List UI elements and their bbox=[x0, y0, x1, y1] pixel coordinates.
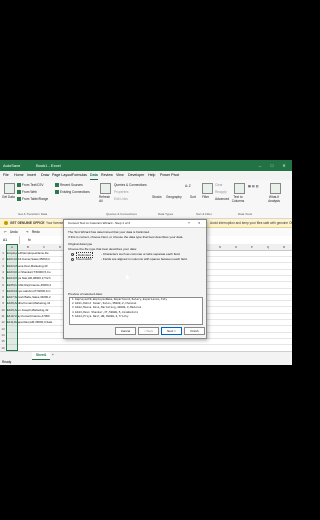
wizard-line-1: The Text Wizard has determined that your… bbox=[68, 230, 150, 234]
menu-developer[interactable]: Developer bbox=[128, 171, 144, 180]
stocks-button[interactable]: Stocks bbox=[152, 195, 162, 199]
properties-button[interactable]: Properties bbox=[114, 190, 129, 194]
menu-home[interactable]: Home bbox=[14, 171, 24, 180]
data-preview[interactable]: 1 EmployeeID,EmployeeName,Department,Sal… bbox=[69, 297, 203, 325]
table-icon bbox=[17, 197, 21, 202]
what-if-icon[interactable] bbox=[270, 183, 281, 194]
menu-draw[interactable]: Draw bbox=[41, 171, 49, 180]
warning-icon bbox=[4, 221, 8, 225]
dialog-close-icon[interactable]: ✕ bbox=[198, 220, 201, 227]
add-sheet-button[interactable]: + bbox=[52, 352, 54, 359]
document-title: Book1 - Excel bbox=[36, 163, 61, 168]
redo-label[interactable]: Redo bbox=[32, 228, 40, 236]
geography-button[interactable]: Geography bbox=[166, 195, 182, 199]
from-web-label: From Web bbox=[22, 190, 37, 194]
autosave-label[interactable]: AutoSave bbox=[3, 160, 20, 171]
fixed-width-label[interactable]: Fixed width bbox=[76, 257, 92, 261]
get-data-button[interactable]: Get Data bbox=[2, 195, 15, 199]
from-text-label: From Text/CSV bbox=[22, 183, 44, 187]
connections-icon bbox=[55, 190, 59, 195]
undo-label[interactable]: Undo bbox=[10, 228, 18, 236]
menu-page-layout[interactable]: Page Layout bbox=[52, 171, 72, 180]
selected-column-a bbox=[6, 244, 18, 351]
refresh-icon[interactable] bbox=[100, 183, 111, 194]
delimited-radio[interactable] bbox=[71, 252, 74, 256]
text-to-columns-dialog: Convert Text to Columns Wizard - Step 1 … bbox=[63, 219, 207, 339]
menu-bar: File Home Insert Draw Page Layout Formul… bbox=[0, 171, 292, 180]
menu-review[interactable]: Review bbox=[101, 171, 113, 180]
preview-label: Preview of selected data: bbox=[68, 292, 103, 296]
existing-connections-label: Existing Connections bbox=[60, 190, 90, 194]
data-tools-icons[interactable]: ▦ ▤ ▥ bbox=[248, 184, 259, 188]
reapply-button[interactable]: Reapply bbox=[215, 190, 227, 194]
menu-formulas[interactable]: Formulas bbox=[72, 171, 87, 180]
wizard-line-2: If this is correct, choose Next, or choo… bbox=[68, 235, 184, 239]
dialog-title-bar: Convert Text to Columns Wizard - Step 1 … bbox=[64, 220, 206, 228]
title-bar: AutoSave Book1 - Excel – □ ✕ bbox=[0, 160, 292, 171]
excel-screenshot: AutoSave Book1 - Excel – □ ✕ File Home I… bbox=[0, 160, 292, 365]
infobar-label: GET GENUINE OFFICE bbox=[10, 221, 45, 225]
from-text-button[interactable]: From Text/CSV bbox=[17, 183, 44, 188]
menu-insert[interactable]: Insert bbox=[27, 171, 36, 180]
status-text: Ready bbox=[2, 360, 12, 364]
from-table-button[interactable]: From Table/Range bbox=[17, 197, 49, 202]
preview-line: 5 E104,Priya Nair,HR,38000,3,Trichy bbox=[72, 314, 129, 318]
cancel-button[interactable]: Cancel bbox=[115, 327, 136, 335]
text-file-icon bbox=[17, 183, 21, 188]
group-get-transform: Get & Transform Data bbox=[18, 212, 48, 216]
text-to-columns-button[interactable]: Text to Columns bbox=[231, 195, 245, 203]
existing-connections-button[interactable]: Existing Connections bbox=[55, 190, 90, 195]
sheet-tab[interactable]: Sheet1 bbox=[32, 352, 51, 360]
menu-data[interactable]: Data bbox=[90, 171, 98, 180]
status-bar: Sheet1 + Ready bbox=[0, 351, 292, 365]
minimize-button[interactable]: – bbox=[254, 160, 266, 171]
name-box[interactable]: A1 bbox=[3, 236, 20, 244]
recent-icon bbox=[55, 183, 59, 188]
group-queries: Queries & Connections bbox=[106, 212, 137, 216]
group-data-types: Data Types bbox=[158, 212, 174, 216]
recent-sources-button[interactable]: Recent Sources bbox=[55, 183, 83, 188]
filter-button[interactable]: Filter bbox=[202, 195, 209, 199]
advanced-button[interactable]: Advanced bbox=[215, 197, 229, 201]
next-button[interactable]: Next > bbox=[161, 327, 182, 335]
menu-power-pivot[interactable]: Power Pivot bbox=[160, 171, 179, 180]
recent-sources-label: Recent Sources bbox=[60, 183, 83, 187]
delimited-description: - Characters such as commas or tabs sepa… bbox=[101, 252, 181, 256]
web-icon bbox=[17, 190, 21, 195]
queries-connections-button[interactable]: Queries & Connections bbox=[114, 183, 147, 187]
what-if-button[interactable]: What-If Analysis bbox=[266, 195, 282, 203]
back-button[interactable]: < Back bbox=[138, 327, 159, 335]
fx-icon[interactable]: fx bbox=[28, 236, 31, 244]
infobar-right-text[interactable]: Avoid interruption and keep your files s… bbox=[210, 219, 292, 227]
undo-icon[interactable]: ↶ bbox=[4, 228, 7, 236]
dialog-title: Convert Text to Columns Wizard - Step 1 … bbox=[68, 221, 131, 225]
ribbon: Get Data From Text/CSV From Web From Tab… bbox=[0, 180, 292, 219]
group-sort-filter: Sort & Filter bbox=[196, 212, 212, 216]
choose-type-text: Choose the file type that best describes… bbox=[68, 247, 137, 251]
redo-icon[interactable]: ↷ bbox=[26, 228, 29, 236]
group-data-tools: Data Tools bbox=[238, 212, 253, 216]
fixed-width-radio[interactable] bbox=[71, 257, 74, 261]
sort-az-icon[interactable]: A↓Z bbox=[185, 184, 191, 188]
menu-help[interactable]: Help bbox=[148, 171, 155, 180]
maximize-button[interactable]: □ bbox=[266, 160, 278, 171]
refresh-all-button[interactable]: Refresh All bbox=[99, 195, 110, 203]
text-to-columns-icon[interactable] bbox=[234, 183, 245, 194]
fixed-width-description: - Fields are aligned in columns with spa… bbox=[101, 257, 188, 261]
menu-file[interactable]: File bbox=[3, 171, 9, 180]
close-button[interactable]: ✕ bbox=[278, 160, 290, 171]
menu-view[interactable]: View bbox=[116, 171, 124, 180]
get-data-icon[interactable] bbox=[4, 183, 15, 194]
original-type-heading: Original data type bbox=[68, 242, 93, 246]
filter-icon[interactable] bbox=[202, 183, 213, 194]
from-table-label: From Table/Range bbox=[22, 197, 49, 201]
from-web-button[interactable]: From Web bbox=[17, 190, 37, 195]
finish-button[interactable]: Finish bbox=[184, 327, 205, 335]
help-icon[interactable]: ? bbox=[188, 220, 190, 227]
clear-button[interactable]: Clear bbox=[215, 183, 223, 187]
edit-links-button[interactable]: Edit Links bbox=[114, 197, 128, 201]
sort-button[interactable]: Sort bbox=[190, 195, 196, 199]
